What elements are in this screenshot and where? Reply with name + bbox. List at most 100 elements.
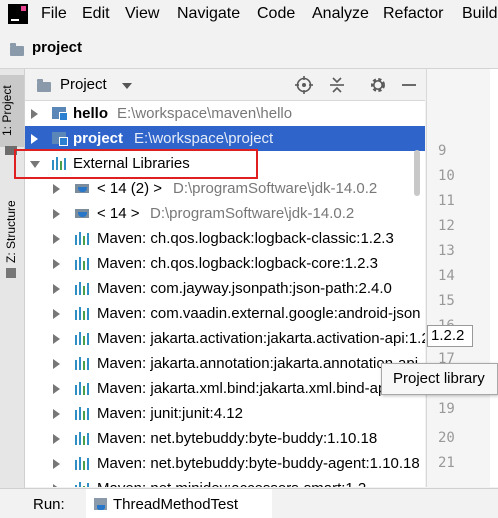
panel-header: Project: [25, 69, 425, 101]
library-icon: [75, 231, 89, 245]
library-icon: [75, 406, 89, 420]
tree-node-jdk[interactable]: < 14 > D:\programSoftware\jdk-14.0.2: [25, 201, 425, 226]
locate-icon[interactable]: [294, 75, 314, 95]
node-name: hello: [73, 105, 109, 122]
intellij-logo-icon: [8, 4, 28, 24]
library-icon: [75, 431, 89, 445]
expand-arrow-icon[interactable]: [53, 234, 60, 244]
node-name: Maven: com.jayway.jsonpath:json-path:2.4…: [97, 280, 392, 297]
expand-arrow-icon[interactable]: [53, 434, 60, 444]
module-icon: [52, 132, 68, 146]
menu-code[interactable]: Code: [257, 5, 295, 23]
module-icon: [52, 107, 68, 121]
line-number: 10: [438, 168, 455, 184]
expand-arrow-icon[interactable]: [53, 334, 60, 344]
tree-scrollbar[interactable]: [414, 150, 420, 196]
project-panel: Project hello E:\workspace\maven\hello p…: [25, 69, 425, 487]
line-number: 21: [438, 455, 455, 471]
editor-gutter: [426, 69, 498, 487]
menu-file[interactable]: File: [41, 5, 67, 23]
tree-node-library[interactable]: Maven: jakarta.xml.bind:jakarta.xml.bind…: [25, 376, 425, 401]
tree-node-library[interactable]: Maven: com.jayway.jsonpath:json-path:2.4…: [25, 276, 425, 301]
expand-arrow-icon[interactable]: [53, 484, 60, 487]
expand-arrow-icon[interactable]: [53, 209, 60, 219]
tree-node-library[interactable]: Maven: jakarta.activation:jakarta.activa…: [25, 326, 425, 351]
bottom-bar: Run: ThreadMethodTest: [0, 488, 498, 518]
expand-arrow-icon[interactable]: [53, 309, 60, 319]
tree-node-library[interactable]: Maven: jakarta.annotation:jakarta.annota…: [25, 351, 425, 376]
line-number: 13: [438, 243, 455, 259]
tree-node-project[interactable]: project E:\workspace\project: [25, 126, 425, 151]
view-dropdown-icon[interactable]: [122, 83, 132, 89]
line-number: 12: [438, 218, 455, 234]
menu-navigate[interactable]: Navigate: [177, 5, 240, 23]
minimize-icon[interactable]: [399, 75, 419, 95]
run-tab-label: ThreadMethodTest: [113, 496, 239, 513]
name-tooltip: 1.2.2: [427, 325, 473, 347]
node-name: Maven: net.bytebuddy:byte-buddy:1.10.18: [97, 430, 378, 447]
menu-bar: File Edit View Navigate Code Analyze Ref…: [0, 0, 498, 28]
tree-node-library[interactable]: Maven: junit:junit:4.12: [25, 401, 425, 426]
library-icon: [75, 356, 89, 370]
line-number: 14: [438, 268, 455, 284]
tree-node-library[interactable]: Maven: net.bytebuddy:byte-buddy-agent:1.…: [25, 451, 425, 476]
expand-arrow-icon[interactable]: [53, 409, 60, 419]
menu-analyze[interactable]: Analyze: [312, 5, 369, 23]
line-number: 11: [438, 193, 455, 209]
menu-view[interactable]: View: [125, 5, 159, 23]
menu-refactor[interactable]: Refactor: [383, 5, 443, 23]
line-number: 20: [438, 430, 455, 446]
expand-arrow-icon[interactable]: [53, 359, 60, 369]
expand-arrow-icon[interactable]: [31, 109, 38, 119]
panel-title[interactable]: Project: [60, 76, 107, 93]
expand-arrow-icon[interactable]: [53, 184, 60, 194]
node-name: project: [73, 130, 124, 147]
expand-arrow-icon[interactable]: [31, 134, 38, 144]
run-label: Run:: [33, 496, 65, 513]
line-number: 15: [438, 293, 455, 309]
expand-arrow-icon[interactable]: [53, 459, 60, 469]
tree-node-library[interactable]: Maven: net.bytebuddy:byte-buddy:1.10.18: [25, 426, 425, 451]
node-path: E:\workspace\project: [134, 130, 274, 147]
library-icon: [75, 381, 89, 395]
tab-structure[interactable]: Z: Structure: [4, 181, 18, 263]
node-name: Maven: net.bytebuddy:byte-buddy-agent:1.…: [97, 455, 420, 472]
library-icon: [75, 281, 89, 295]
library-icon: [75, 331, 89, 345]
tooltip: Project library: [381, 363, 498, 395]
library-icon: [75, 456, 89, 470]
node-name: Maven: com.vaadin.external.google:androi…: [97, 305, 421, 322]
library-icon: [75, 256, 89, 270]
line-number: 19: [438, 401, 455, 417]
node-name: Maven: net.minidev:accessors-smart:1.2: [97, 476, 366, 487]
node-name: < 14 (2) >: [97, 180, 163, 197]
tree-node-jdk[interactable]: < 14 (2) > D:\programSoftware\jdk-14.0.2: [25, 176, 425, 201]
breadcrumb[interactable]: project: [32, 39, 82, 56]
tree-node-library[interactable]: Maven: ch.qos.logback:logback-core:1.2.3: [25, 251, 425, 276]
menu-build[interactable]: Build: [462, 5, 498, 23]
library-icon: [75, 306, 89, 320]
tree-node-library[interactable]: Maven: com.vaadin.external.google:androi…: [25, 301, 425, 326]
line-number: 9: [438, 143, 447, 159]
library-icon: [75, 481, 89, 487]
editor-content[interactable]: [490, 69, 498, 487]
highlight-box: [14, 149, 258, 179]
node-name: Maven: jakarta.activation:jakarta.activa…: [97, 330, 425, 347]
expand-arrow-icon[interactable]: [53, 384, 60, 394]
node-path: D:\programSoftware\jdk-14.0.2: [150, 205, 355, 222]
tab-project[interactable]: 1: Project: [0, 75, 24, 147]
node-name: < 14 >: [97, 205, 140, 222]
run-config-icon: [94, 498, 107, 511]
gear-icon[interactable]: [368, 75, 388, 95]
collapse-all-icon[interactable]: [327, 75, 347, 95]
tree-node-hello[interactable]: hello E:\workspace\maven\hello: [25, 101, 425, 126]
tree-node-library[interactable]: Maven: ch.qos.logback:logback-classic:1.…: [25, 226, 425, 251]
node-name: Maven: jakarta.annotation:jakarta.annota…: [97, 355, 419, 372]
node-path: E:\workspace\maven\hello: [117, 105, 293, 122]
expand-arrow-icon[interactable]: [53, 259, 60, 269]
project-view-icon: [37, 79, 51, 92]
node-name: Maven: ch.qos.logback:logback-core:1.2.3: [97, 255, 378, 272]
tree-node-library[interactable]: Maven: net.minidev:accessors-smart:1.2: [25, 476, 425, 487]
expand-arrow-icon[interactable]: [53, 284, 60, 294]
menu-edit[interactable]: Edit: [82, 5, 110, 23]
